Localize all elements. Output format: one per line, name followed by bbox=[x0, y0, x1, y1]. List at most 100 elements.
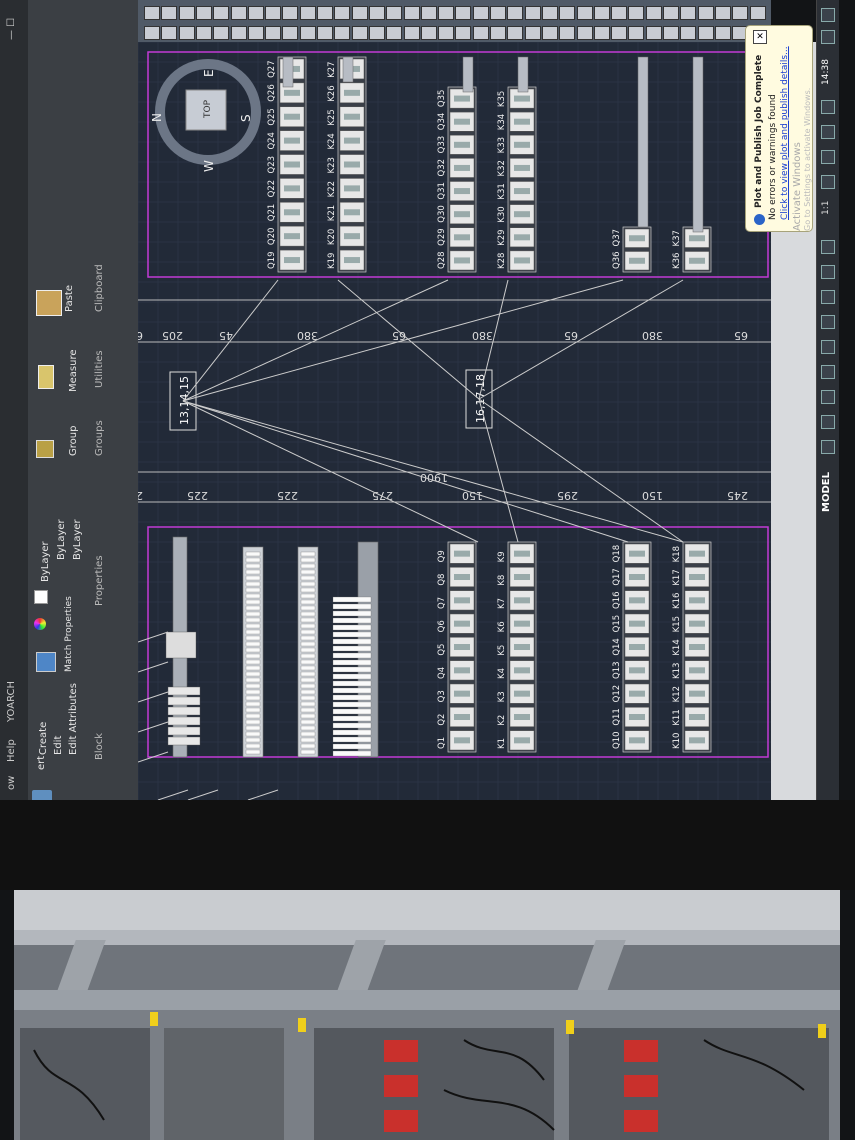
toolbar-tool-icon[interactable] bbox=[334, 6, 351, 20]
toolbar-tool-icon[interactable] bbox=[299, 6, 316, 20]
toolbar-tool-icon[interactable] bbox=[265, 26, 282, 40]
toolbar-tool-icon[interactable] bbox=[576, 6, 593, 20]
toolbar-tool-icon[interactable] bbox=[438, 26, 455, 40]
notification-link[interactable]: Click to view plot and publish details..… bbox=[780, 46, 790, 220]
status-toggle-icon[interactable] bbox=[821, 240, 835, 254]
toolbar-tool-icon[interactable] bbox=[178, 26, 195, 40]
status-toggle-icon[interactable] bbox=[821, 265, 835, 279]
linetype-dropdown[interactable]: ByLayer bbox=[56, 519, 67, 560]
color-swatch-icon[interactable] bbox=[34, 590, 48, 604]
window-controls[interactable]: — ☐ bbox=[6, 18, 17, 40]
toolbar-tool-icon[interactable] bbox=[714, 26, 731, 40]
toolbar-tool-icon[interactable] bbox=[593, 6, 610, 20]
toolbar-tool-icon[interactable] bbox=[524, 26, 541, 40]
toolbar-tool-icon[interactable] bbox=[576, 26, 593, 40]
toolbar-tool-icon[interactable] bbox=[490, 6, 506, 20]
lineweight-dropdown[interactable]: ByLayer bbox=[72, 519, 83, 560]
toolbar-tool-icon[interactable] bbox=[455, 26, 472, 40]
paste-icon[interactable] bbox=[36, 290, 62, 316]
group-icon[interactable] bbox=[36, 440, 54, 458]
toolbar-tool-icon[interactable] bbox=[317, 6, 333, 20]
toolbar-tool-icon[interactable] bbox=[541, 26, 558, 40]
toolbar-tool-icon[interactable] bbox=[697, 6, 714, 20]
status-toggle-icon[interactable] bbox=[821, 440, 835, 454]
toolbar-tool-icon[interactable] bbox=[161, 26, 178, 40]
status-toggle-icon[interactable] bbox=[821, 100, 835, 114]
status-toggle-icon[interactable] bbox=[821, 175, 835, 189]
toolbar-tool-icon[interactable] bbox=[230, 6, 247, 20]
toolbar-tool-icon[interactable] bbox=[438, 6, 455, 20]
toolbar-tool-icon[interactable] bbox=[524, 6, 541, 20]
status-toggle-icon[interactable] bbox=[821, 315, 835, 329]
match-properties-button[interactable]: Match Properties bbox=[64, 596, 74, 672]
toolbar-tool-icon[interactable] bbox=[213, 6, 230, 20]
toolbar-tool-icon[interactable] bbox=[386, 6, 403, 20]
toolbar-tool-icon[interactable] bbox=[628, 6, 645, 20]
group-button[interactable]: Group bbox=[68, 426, 79, 456]
toolbar-tool-icon[interactable] bbox=[403, 26, 420, 40]
color-dropdown[interactable]: ByLayer bbox=[40, 541, 51, 582]
toolbar-tool-icon[interactable] bbox=[386, 26, 403, 40]
toolbar-tool-icon[interactable] bbox=[611, 26, 628, 40]
status-toggle-icon[interactable] bbox=[821, 365, 835, 379]
toolbar-tool-icon[interactable] bbox=[472, 26, 489, 40]
status-toggle-icon[interactable] bbox=[821, 150, 835, 164]
insert-partial-label[interactable]: ert bbox=[36, 756, 47, 770]
toolbar-tool-icon[interactable] bbox=[282, 26, 299, 40]
toolbar-tool-icon[interactable] bbox=[282, 6, 299, 20]
menu-help[interactable]: Help bbox=[6, 739, 17, 762]
toolbar-tool-icon[interactable] bbox=[680, 26, 697, 40]
toolbar-tool-icon[interactable] bbox=[541, 6, 558, 20]
toolbar-tool-icon[interactable] bbox=[714, 6, 731, 20]
toolbar-tool-icon[interactable] bbox=[299, 26, 316, 40]
toolbar-tool-icon[interactable] bbox=[455, 6, 472, 20]
toolbar-tool-icon[interactable] bbox=[645, 26, 662, 40]
toolbar-tool-icon[interactable] bbox=[178, 6, 195, 20]
toolbar-tool-icon[interactable] bbox=[265, 6, 282, 20]
match-properties-icon[interactable] bbox=[36, 652, 56, 672]
toolbar-tool-icon[interactable] bbox=[420, 26, 437, 40]
toolbar-tool-icon[interactable] bbox=[472, 6, 489, 20]
toolbar-tool-icon[interactable] bbox=[732, 6, 749, 20]
toolbar-tool-icon[interactable] bbox=[490, 26, 506, 40]
measure-icon[interactable] bbox=[38, 365, 54, 389]
toolbar-tool-icon[interactable] bbox=[507, 6, 524, 20]
annotation-scale[interactable]: 1:1 bbox=[821, 201, 831, 215]
status-toggle-icon[interactable] bbox=[821, 290, 835, 304]
status-toggle-icon[interactable] bbox=[821, 8, 835, 22]
toolbar-tool-icon[interactable] bbox=[645, 6, 662, 20]
toolbar-tool-icon[interactable] bbox=[420, 6, 437, 20]
toolbar-tool-icon[interactable] bbox=[559, 26, 576, 40]
toolbar-tool-icon[interactable] bbox=[663, 26, 679, 40]
paste-button[interactable]: Paste bbox=[64, 285, 75, 312]
edit-attributes-button[interactable]: Edit Attributes bbox=[68, 683, 79, 755]
toolbar-tool-icon[interactable] bbox=[697, 26, 714, 40]
model-tab[interactable]: MODEL bbox=[821, 472, 832, 512]
toolbar-tool-icon[interactable] bbox=[230, 26, 247, 40]
toolbar-tool-icon[interactable] bbox=[507, 26, 524, 40]
toolbar-tool-icon[interactable] bbox=[334, 26, 351, 40]
toolbar-tool-icon[interactable] bbox=[351, 26, 368, 40]
toolbar-tool-icon[interactable] bbox=[351, 6, 368, 20]
toolbar-tool-icon[interactable] bbox=[749, 6, 766, 20]
toolbar-tool-icon[interactable] bbox=[663, 6, 679, 20]
toolbar-tool-icon[interactable] bbox=[213, 26, 230, 40]
status-toggle-icon[interactable] bbox=[821, 390, 835, 404]
toolbar-tool-icon[interactable] bbox=[317, 26, 333, 40]
create-block-button[interactable]: Create bbox=[38, 722, 49, 755]
toolbar-tool-icon[interactable] bbox=[161, 6, 178, 20]
toolbar-tool-icon[interactable] bbox=[593, 26, 610, 40]
toolbar-tool-icon[interactable] bbox=[368, 6, 385, 20]
status-toggle-icon[interactable] bbox=[821, 340, 835, 354]
toolbar-tool-icon[interactable] bbox=[144, 6, 160, 20]
drawing-canvas[interactable]: 2054538065380653806562225225275150295150… bbox=[136, 41, 771, 801]
toolbar-tool-icon[interactable] bbox=[247, 26, 264, 40]
notification-balloon[interactable]: ✕ Plot and Publish Job Complete No error… bbox=[745, 25, 813, 232]
toolbar-tool-icon[interactable] bbox=[559, 6, 576, 20]
toolbar-tool-icon[interactable] bbox=[195, 26, 212, 40]
close-icon[interactable]: ✕ bbox=[753, 30, 767, 44]
toolbar-tool-icon[interactable] bbox=[144, 26, 160, 40]
toolbar-tool-icon[interactable] bbox=[368, 26, 385, 40]
edit-block-button[interactable]: Edit bbox=[53, 736, 64, 755]
status-toggle-icon[interactable] bbox=[821, 415, 835, 429]
